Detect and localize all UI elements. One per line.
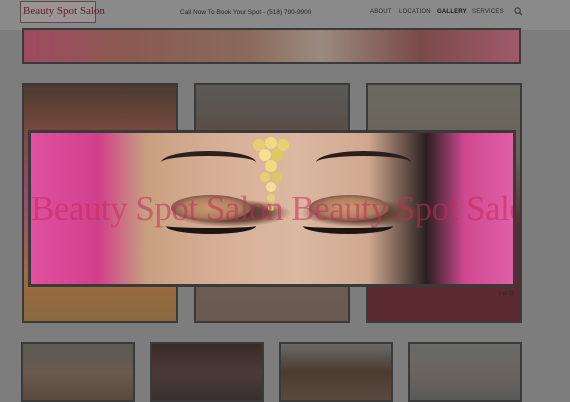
lightbox-image[interactable]: Beauty Spot Salon Beauty Spot Salon Beau… (28, 130, 516, 287)
site-header: Beauty Spot Salon Call Now To Book Your … (0, 0, 570, 30)
nav-location[interactable]: LOCATION (399, 9, 431, 15)
phone-cta[interactable]: Call Now To Book Your Spot - (518) 790-9… (180, 9, 311, 16)
nav-services[interactable]: SERVICES (472, 9, 504, 15)
gallery-image[interactable] (279, 342, 393, 402)
logo[interactable]: Beauty Spot Salon (20, 1, 105, 23)
image-counter: 1 of 11 (498, 291, 515, 297)
watermark: Beauty Spot Salon Beauty Spot Salon Beau… (31, 189, 513, 228)
gallery-image[interactable] (408, 342, 522, 402)
gallery-image[interactable] (150, 342, 264, 402)
nav-about[interactable]: ABOUT (370, 9, 392, 15)
search-icon[interactable] (514, 7, 523, 16)
nav-gallery[interactable]: GALLERY (437, 9, 467, 15)
logo-text: Beauty Spot Salon (23, 5, 105, 17)
lightbox-photo: Beauty Spot Salon Beauty Spot Salon Beau… (31, 133, 513, 284)
gallery-image[interactable] (22, 28, 521, 64)
gallery-image[interactable] (21, 342, 135, 402)
eyebrow (316, 151, 411, 174)
eyebrow (161, 151, 256, 174)
